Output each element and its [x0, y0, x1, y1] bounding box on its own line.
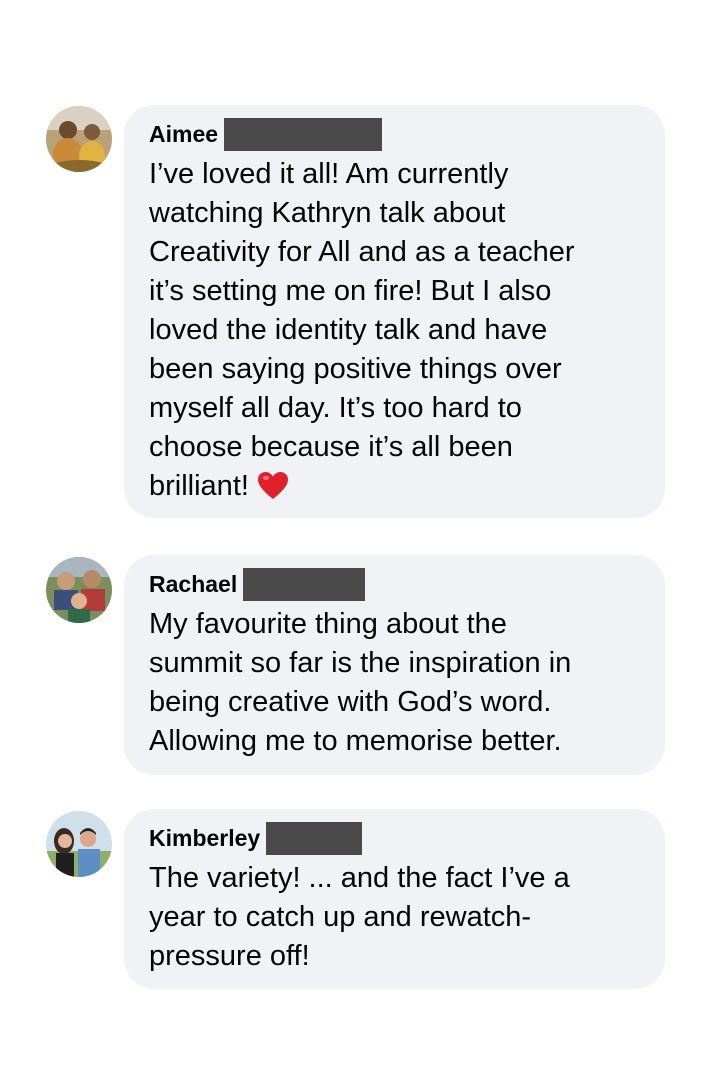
red-heart-icon: [257, 471, 289, 512]
avatar[interactable]: [46, 106, 112, 172]
comment-body: I’ve loved it all! Am currently watching…: [149, 158, 575, 502]
comment-bubble: Rachael My favourite thing about the sum…: [124, 555, 665, 775]
redacted-surname: [243, 567, 366, 601]
comment-header: Rachael: [149, 567, 641, 601]
avatar[interactable]: [46, 557, 112, 623]
comment-author[interactable]: Rachael: [149, 570, 237, 598]
comment-header: Aimee: [149, 117, 641, 151]
redacted-surname: [266, 821, 363, 855]
comment-bubble: Aimee I’ve loved it all! Am currently wa…: [124, 105, 665, 518]
comment-author[interactable]: Aimee: [149, 120, 218, 148]
comment-text: The variety! ... and the fact I’ve a yea…: [149, 862, 570, 972]
avatar-photo: [46, 811, 112, 877]
avatar-photo: [46, 557, 112, 623]
comment-text: My favourite thing about the summit so f…: [149, 608, 572, 757]
comment-header: Kimberley: [149, 821, 641, 855]
avatar-photo: [46, 106, 112, 172]
avatar[interactable]: [46, 811, 112, 877]
comment-text: I’ve loved it all! Am currently watching…: [149, 155, 641, 512]
comment-bubble: Kimberley The variety! ... and the fact …: [124, 809, 665, 989]
comment-author[interactable]: Kimberley: [149, 824, 260, 852]
redacted-surname: [224, 117, 383, 151]
